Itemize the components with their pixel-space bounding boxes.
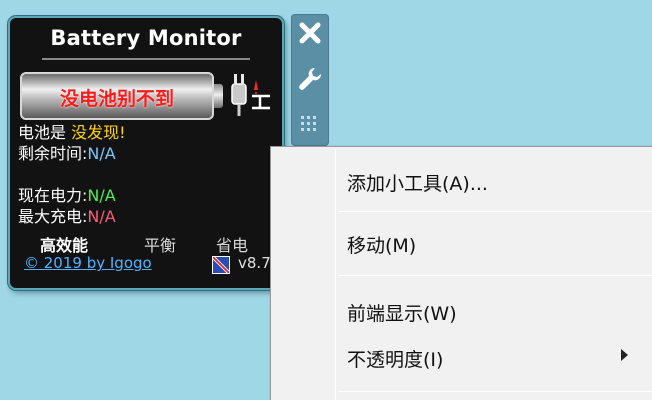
power-plan-row: 高效能 平衡 省电 bbox=[10, 232, 282, 256]
options-button[interactable] bbox=[293, 62, 327, 96]
power-plan-balanced[interactable]: 平衡 bbox=[144, 232, 176, 256]
battery-present-line: 电池是 没发现! bbox=[18, 122, 126, 143]
remaining-time-line: 剩余时间:N/A bbox=[18, 143, 116, 164]
max-charge-label: 最大充电: bbox=[18, 207, 88, 226]
menu-item-label: 前端显示(W) bbox=[347, 303, 457, 325]
menu-separator bbox=[339, 391, 652, 392]
power-plug-icon bbox=[231, 74, 270, 116]
drag-grip-icon bbox=[301, 116, 316, 131]
submenu-arrow-icon bbox=[621, 349, 628, 361]
menu-item-add-gadgets[interactable]: 添加小工具(A)... bbox=[273, 161, 652, 201]
battery-value: 没发现! bbox=[71, 123, 126, 142]
remaining-time-value: N/A bbox=[87, 144, 116, 163]
gadget-footer: © 2019 by Igogo v8.7 bbox=[24, 254, 282, 276]
battery-monitor-gadget[interactable]: Battery Monitor 没电池别不到 电池是 没发现! 剩余时间:N/A… bbox=[8, 16, 284, 290]
menu-item-label: 添加小工具(A)... bbox=[347, 173, 488, 195]
max-charge-line: 最大充电:N/A bbox=[18, 206, 116, 227]
power-plan-power-saver[interactable]: 省电 bbox=[216, 232, 248, 256]
battery-label: 电池是 bbox=[18, 123, 67, 142]
battery-status-text: 没电池别不到 bbox=[59, 88, 174, 110]
max-charge-value: N/A bbox=[87, 207, 116, 226]
drag-handle[interactable] bbox=[293, 108, 327, 142]
flag-icon[interactable] bbox=[212, 256, 230, 274]
context-menu: 添加小工具(A)... 移动(M) 前端显示(W) 不透明度(I) bbox=[270, 146, 652, 400]
menu-item-opacity[interactable]: 不透明度(I) bbox=[273, 337, 652, 377]
current-power-value: N/A bbox=[87, 186, 116, 205]
title-divider bbox=[42, 58, 250, 60]
gadget-toolbar bbox=[291, 14, 329, 146]
version-label: v8.7 bbox=[238, 254, 271, 272]
copyright-link[interactable]: © 2019 by Igogo bbox=[24, 254, 152, 272]
menu-separator bbox=[339, 211, 652, 212]
close-button[interactable] bbox=[293, 16, 327, 50]
battery-terminal bbox=[214, 84, 223, 108]
current-power-line: 现在电力:N/A bbox=[18, 185, 116, 206]
current-power-label: 现在电力: bbox=[18, 186, 88, 205]
gadget-title: Battery Monitor bbox=[50, 26, 242, 50]
menu-item-always-on-top[interactable]: 前端显示(W) bbox=[273, 291, 652, 331]
menu-separator bbox=[339, 275, 652, 276]
battery-graphic: 没电池别不到 bbox=[20, 72, 214, 120]
remaining-time-label: 剩余时间: bbox=[18, 144, 88, 163]
power-plan-high-performance[interactable]: 高效能 bbox=[40, 232, 88, 256]
menu-item-label: 不透明度(I) bbox=[347, 349, 444, 371]
menu-item-move[interactable]: 移动(M) bbox=[273, 223, 652, 263]
menu-item-label: 移动(M) bbox=[347, 235, 417, 257]
close-icon bbox=[299, 22, 321, 44]
wrench-icon bbox=[299, 67, 322, 90]
